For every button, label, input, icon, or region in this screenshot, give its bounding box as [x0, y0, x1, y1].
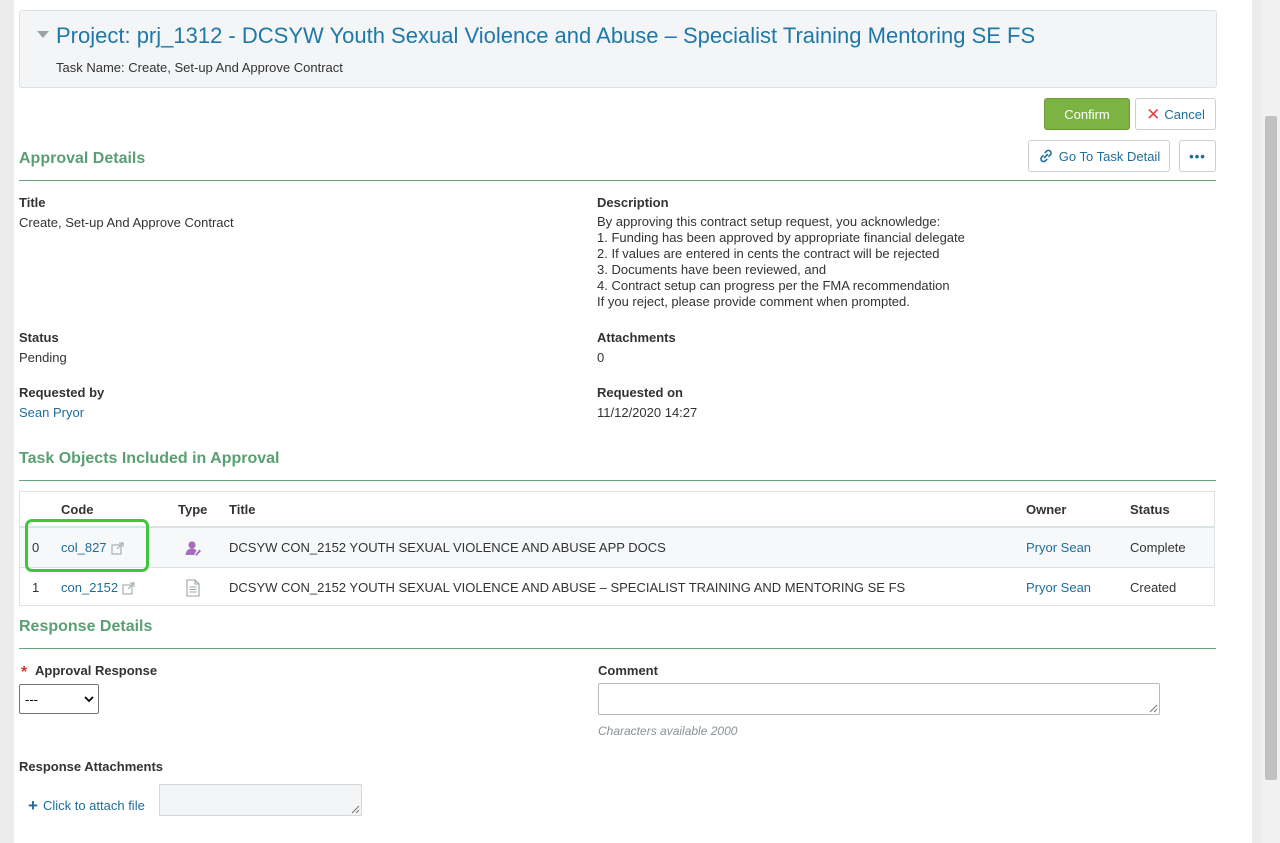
requested-by-link[interactable]: Sean Pryor [19, 405, 84, 420]
attachments-count: 0 [597, 350, 605, 365]
approval-response-selected: --- [25, 692, 38, 707]
section-divider [19, 480, 1216, 481]
response-attachments-label: Response Attachments [19, 759, 163, 774]
ellipsis-icon: ••• [1189, 148, 1206, 164]
confirm-button-label: Confirm [1064, 106, 1110, 122]
link-icon [1039, 149, 1052, 163]
resize-handle-icon[interactable] [1148, 703, 1158, 713]
approval-response-select[interactable]: --- [19, 684, 99, 714]
cancel-button-label: Cancel [1164, 106, 1205, 122]
highlight-annotation [25, 519, 149, 572]
title-label: Title [19, 195, 46, 210]
project-header-panel: Project: prj_1312 - DCSYW Youth Sexual V… [19, 10, 1217, 88]
table-header-row: Code Type Title Owner Status [20, 492, 1214, 528]
row-title: DCSYW CON_2152 YOUTH SEXUAL VIOLENCE AND… [229, 580, 906, 595]
description-line: By approving this contract setup request… [597, 214, 941, 229]
description-text: By approving this contract setup request… [597, 214, 965, 310]
cancel-button[interactable]: ✕ Cancel [1135, 98, 1216, 130]
comment-textarea[interactable] [598, 683, 1160, 715]
status-label: Status [19, 330, 59, 345]
project-title: Project: prj_1312 - DCSYW Youth Sexual V… [56, 23, 1036, 48]
external-link-icon[interactable] [122, 582, 135, 595]
description-line: 2. If values are entered in cents the co… [597, 246, 940, 261]
column-header-owner[interactable]: Owner [1026, 502, 1066, 517]
title-value: Create, Set-up And Approve Contract [19, 215, 234, 230]
status-value: Pending [19, 350, 67, 365]
resize-handle-icon[interactable] [350, 804, 360, 814]
description-line: If you reject, please provide comment wh… [597, 294, 910, 309]
column-header-status[interactable]: Status [1130, 502, 1170, 517]
collapse-caret-icon[interactable] [37, 31, 49, 38]
characters-available: Characters available 2000 [598, 724, 738, 738]
row-status: Created [1130, 580, 1177, 595]
scrollbar-thumb[interactable] [1265, 116, 1277, 780]
response-details-heading: Response Details [19, 618, 153, 635]
description-label: Description [597, 195, 669, 210]
section-divider [19, 180, 1216, 181]
required-marker: * [21, 664, 28, 681]
plus-icon: + [28, 796, 38, 815]
attachments-label: Attachments [597, 330, 676, 345]
task-name: Task Name: Create, Set-up And Approve Co… [56, 60, 343, 75]
table-row[interactable]: 0 col_827 DCSYW CON_2152 YOUTH SEXUAL VI… [20, 528, 1214, 568]
user-collaborator-icon [185, 541, 201, 556]
go-to-task-detail-label: Go To Task Detail [1058, 148, 1161, 164]
description-line: 1. Funding has been approved by appropri… [597, 230, 965, 245]
document-icon [186, 579, 200, 597]
attachment-drop-area[interactable] [159, 784, 362, 816]
description-line: 3. Documents have been reviewed, and [597, 262, 827, 277]
column-header-code[interactable]: Code [61, 502, 94, 517]
table-row[interactable]: 1 con_2152 DCSYW CON_2152 YOUTH SEXUAL V… [20, 568, 1214, 608]
row-code-link[interactable]: con_2152 [61, 580, 118, 595]
row-owner-link[interactable]: Pryor Sean [1026, 540, 1091, 555]
column-header-title[interactable]: Title [229, 502, 256, 517]
requested-on-value: 11/12/2020 14:27 [597, 405, 698, 420]
attach-file-label: Click to attach file [42, 798, 145, 813]
row-index: 1 [32, 580, 40, 595]
go-to-task-detail-button[interactable]: Go To Task Detail [1028, 140, 1170, 172]
task-objects-heading: Task Objects Included in Approval [19, 450, 280, 467]
section-divider [19, 648, 1216, 649]
close-icon: ✕ [1146, 104, 1161, 124]
approval-response-label: Approval Response [35, 663, 158, 678]
task-objects-table: Code Type Title Owner Status 0 col_827 D… [19, 491, 1215, 606]
column-header-type[interactable]: Type [178, 502, 207, 517]
attach-file-link[interactable]: + Click to attach file [28, 797, 145, 814]
description-line: 4. Contract setup can progress per the F… [597, 278, 950, 293]
row-owner-link[interactable]: Pryor Sean [1026, 580, 1091, 595]
chevron-down-icon [84, 696, 94, 703]
comment-label: Comment [598, 663, 658, 678]
requested-by-label: Requested by [19, 385, 105, 400]
more-options-button[interactable]: ••• [1179, 140, 1216, 172]
approval-details-heading: Approval Details [19, 150, 146, 167]
row-title: DCSYW CON_2152 YOUTH SEXUAL VIOLENCE AND… [229, 540, 666, 555]
confirm-button[interactable]: Confirm [1044, 98, 1130, 130]
row-status: Complete [1130, 540, 1186, 555]
requested-on-label: Requested on [597, 385, 683, 400]
